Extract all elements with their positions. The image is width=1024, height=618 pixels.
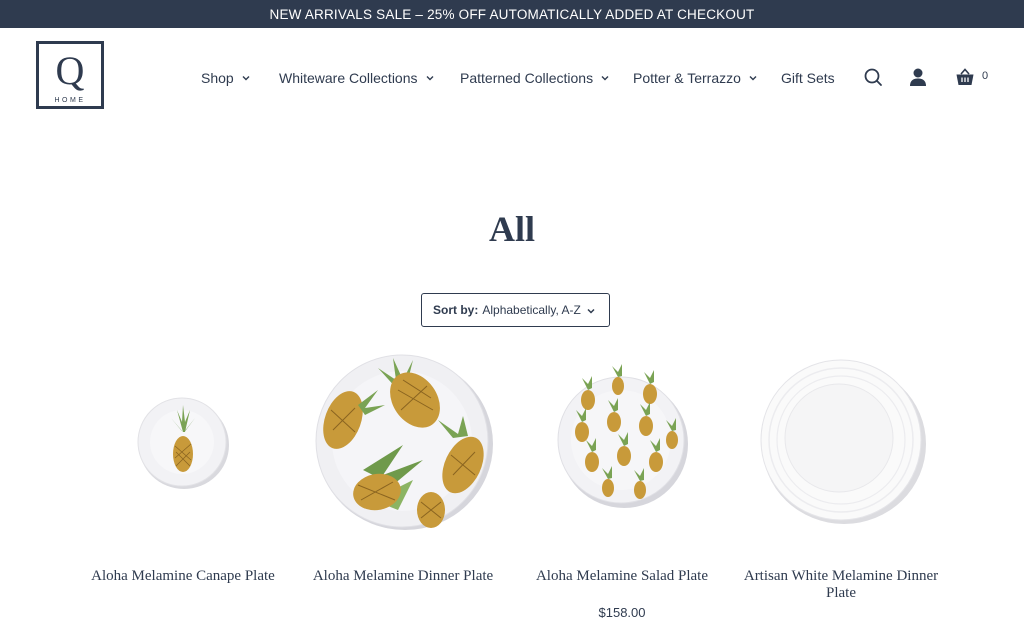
nav-gift-sets[interactable]: Gift Sets: [781, 68, 835, 88]
product-name[interactable]: Aloha Melamine Salad Plate: [512, 568, 732, 585]
chevron-down-icon: [587, 308, 595, 314]
sort-value: Alphabetically, A-Z: [482, 303, 581, 317]
search-icon[interactable]: [862, 66, 884, 88]
cart-icon[interactable]: [954, 66, 976, 88]
chevron-down-icon: [601, 76, 609, 81]
chevron-down-icon: [242, 76, 250, 81]
nav-shop-label: Shop: [201, 70, 234, 86]
product-price: $158.00: [598, 605, 646, 618]
nav-gift-sets-label: Gift Sets: [781, 70, 835, 86]
logo-letter: Q: [56, 48, 85, 93]
nav-patterned-label: Patterned Collections: [460, 70, 594, 86]
chevron-down-icon: [749, 76, 757, 81]
product-name[interactable]: Aloha Melamine Canape Plate: [73, 568, 293, 585]
nav-shop[interactable]: Shop: [201, 68, 252, 88]
account-icon[interactable]: [907, 66, 929, 88]
product-name[interactable]: Aloha Melamine Dinner Plate: [293, 568, 513, 585]
announcement-text: NEW ARRIVALS SALE – 25% OFF AUTOMATICALL…: [269, 6, 755, 22]
product-image[interactable]: [83, 350, 283, 540]
product-image[interactable]: [522, 350, 722, 540]
cart-count: 0: [982, 70, 989, 82]
page-title: All: [488, 209, 535, 249]
nav-whiteware-label: Whiteware Collections: [279, 70, 418, 86]
product-image[interactable]: [303, 350, 503, 540]
logo-mark: Q HOME: [55, 48, 86, 104]
logo-word: HOME: [55, 97, 86, 104]
sort-label: Sort by:: [433, 303, 479, 317]
announcement-bar: NEW ARRIVALS SALE – 25% OFF AUTOMATICALL…: [0, 0, 1024, 28]
nav-potter-label: Potter & Terrazzo: [633, 70, 741, 86]
product-image[interactable]: [741, 350, 941, 540]
nav-whiteware-collections[interactable]: Whiteware Collections: [279, 68, 436, 88]
nav-patterned-collections[interactable]: Patterned Collections: [460, 68, 611, 88]
product-name[interactable]: Artisan White Melamine Dinner Plate: [731, 568, 951, 602]
site-logo[interactable]: Q HOME: [36, 41, 104, 109]
site-header: Q HOME Shop Whiteware Collections Patter…: [0, 28, 1024, 128]
nav-potter-terrazzo[interactable]: Potter & Terrazzo: [633, 68, 759, 88]
sort-select[interactable]: Sort by: Alphabetically, A-Z: [421, 293, 610, 327]
chevron-down-icon: [426, 76, 433, 81]
